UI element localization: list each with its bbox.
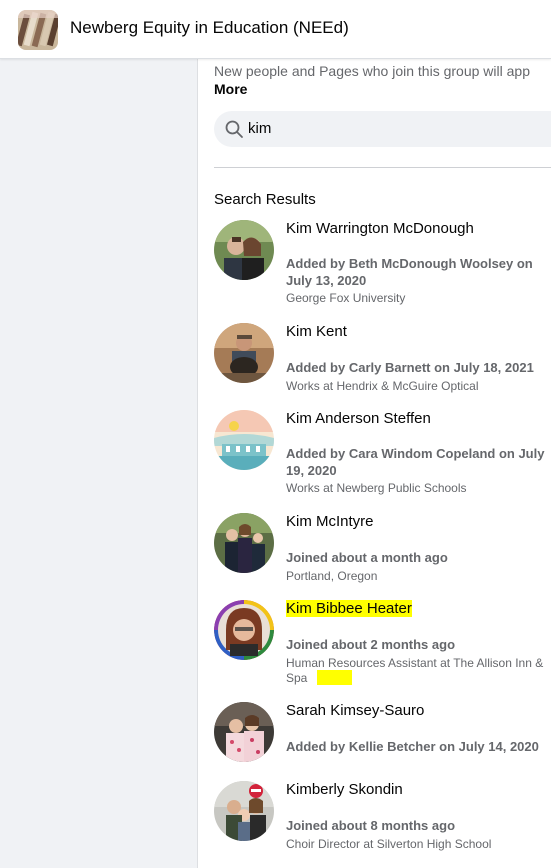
highlighted-name: Kim Bibbee Heater	[286, 600, 412, 617]
member-added-info: Added by Carly Barnett on July 18, 2021	[286, 360, 534, 375]
member-name[interactable]: Kim McIntyre	[286, 513, 374, 530]
member-name[interactable]: Kim Warrington McDonough	[286, 220, 474, 237]
member-detail: Works at Hendrix & McGuire Optical	[286, 379, 479, 393]
member-added-info: Added by Beth McDonough Woolsey on July …	[286, 256, 533, 288]
left-sidebar	[0, 59, 197, 868]
intro-text: New people and Pages who join this group…	[214, 63, 530, 79]
member-avatar[interactable]	[214, 702, 274, 762]
group-cover-thumbnail[interactable]	[18, 10, 58, 50]
member-detail: Portland, Oregon	[286, 569, 378, 583]
member-avatar[interactable]	[214, 323, 274, 383]
member-detail: Works at Newberg Public Schools	[286, 481, 467, 495]
group-header: Newberg Equity in Education (NEEd)	[0, 0, 551, 59]
search-icon	[225, 120, 243, 138]
search-input[interactable]: kim	[248, 120, 271, 137]
member-added-info: Added by Cara Windom Copeland on July 19…	[286, 446, 545, 478]
member-name[interactable]: Kim Bibbee Heater	[286, 600, 412, 617]
member-detail: Choir Director at Silverton High School	[286, 837, 492, 851]
member-added-info: Joined about 2 months ago	[286, 637, 456, 652]
member-avatar[interactable]	[214, 410, 274, 470]
highlight-mark	[317, 670, 352, 685]
member-avatar[interactable]	[214, 220, 274, 280]
member-avatar[interactable]	[214, 600, 274, 660]
member-name[interactable]: Sarah Kimsey-Sauro	[286, 702, 424, 719]
member-avatar[interactable]	[214, 781, 274, 841]
more-link[interactable]: More	[214, 81, 247, 97]
member-name[interactable]: Kimberly Skondin	[286, 781, 403, 798]
member-added-info: Added by Kellie Betcher on July 14, 2020	[286, 739, 539, 754]
member-added-info: Joined about 8 months ago	[286, 818, 456, 833]
member-detail: George Fox University	[286, 291, 406, 305]
member-added-info: Joined about a month ago	[286, 550, 448, 565]
member-name[interactable]: Kim Anderson Steffen	[286, 410, 431, 427]
member-search-field[interactable]: kim	[214, 111, 551, 147]
search-results-heading: Search Results	[214, 191, 316, 208]
divider	[214, 167, 551, 168]
member-avatar[interactable]	[214, 513, 274, 573]
group-title[interactable]: Newberg Equity in Education (NEEd)	[70, 18, 349, 38]
member-name[interactable]: Kim Kent	[286, 323, 347, 340]
members-panel: New people and Pages who join this group…	[198, 59, 551, 868]
